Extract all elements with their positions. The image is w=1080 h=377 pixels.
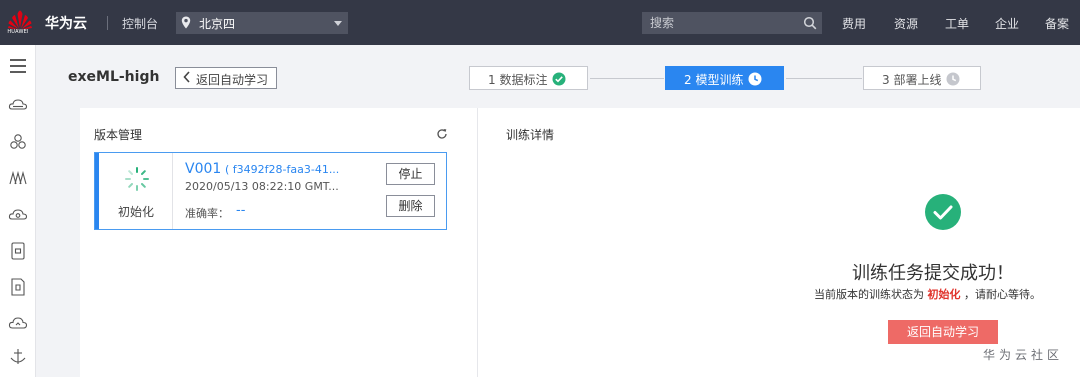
step-connector bbox=[590, 78, 664, 79]
check-circle-icon bbox=[552, 72, 566, 89]
search-input[interactable] bbox=[642, 12, 797, 34]
top-nav-bar: HUAWEI 华为云 控制台 北京四 费用 资源 工单 企业 备案 bbox=[0, 0, 1080, 45]
delete-button[interactable]: 删除 bbox=[386, 195, 435, 217]
accuracy-value: -- bbox=[236, 203, 246, 218]
back-button-label: 返回自动学习 bbox=[196, 73, 269, 87]
nav-filing[interactable]: 备案 bbox=[1045, 15, 1069, 32]
status-highlight: 初始化 bbox=[927, 288, 961, 301]
region-select[interactable]: 北京四 bbox=[176, 12, 348, 34]
search-icon[interactable] bbox=[803, 16, 817, 33]
menu-icon[interactable] bbox=[8, 56, 28, 76]
step-label: 3 部署上线 bbox=[882, 73, 942, 87]
description-prefix: 当前版本的训练状态为 bbox=[814, 288, 924, 301]
step-connector bbox=[786, 78, 862, 79]
loading-spinner-icon bbox=[124, 166, 150, 195]
deploy-icon[interactable] bbox=[8, 347, 28, 367]
panel-title: 训练详情 bbox=[506, 128, 555, 142]
version-management-panel: 版本管理 初始化 V001 (f3492f28-faa3-41... 2020… bbox=[80, 108, 477, 377]
step-label: 2 模型训练 bbox=[684, 73, 744, 87]
region-label: 北京四 bbox=[199, 17, 236, 31]
version-card[interactable]: 初始化 V001 ( f3492f28-faa3-41... 2020/05/1… bbox=[94, 152, 447, 230]
service-sidebar bbox=[0, 45, 36, 377]
brand-name[interactable]: 华为云 bbox=[45, 13, 87, 33]
cloud-server-icon[interactable] bbox=[8, 95, 28, 115]
ml-icon[interactable] bbox=[8, 168, 28, 188]
version-status: 初始化 bbox=[117, 205, 154, 219]
success-check-icon bbox=[925, 194, 961, 233]
version-id: ( f3492f28-faa3-41... bbox=[225, 163, 340, 176]
version-name[interactable]: V001 bbox=[185, 161, 221, 177]
watermark: 华为云社区 bbox=[983, 348, 1064, 362]
step-data-labeling[interactable]: 1 数据标注 bbox=[469, 66, 588, 90]
accuracy-label: 准确率： bbox=[185, 207, 229, 220]
version-time: 2020/05/13 08:22:10 GMT... bbox=[185, 180, 339, 193]
nav-enterprise[interactable]: 企业 bbox=[995, 15, 1019, 32]
clock-icon bbox=[946, 72, 960, 89]
page-title: exeML-high bbox=[68, 69, 160, 85]
stop-button[interactable]: 停止 bbox=[386, 163, 435, 185]
back-to-autolearning-button[interactable]: 返回自动学习 bbox=[175, 67, 277, 89]
step-model-training[interactable]: 2 模型训练 bbox=[665, 66, 784, 90]
chevron-down-icon bbox=[334, 21, 342, 26]
training-details-panel: 训练详情 训练任务提交成功！ 当前版本的训练状态为 初始化 ，请耐心等待。 返回… bbox=[478, 108, 1080, 377]
success-title: 训练任务提交成功！ bbox=[852, 263, 1014, 284]
step-deploy[interactable]: 3 部署上线 bbox=[863, 66, 981, 90]
refresh-icon[interactable] bbox=[436, 128, 448, 143]
cluster-icon[interactable] bbox=[8, 132, 28, 152]
nav-tickets[interactable]: 工单 bbox=[945, 15, 969, 32]
cloud-storage-icon[interactable] bbox=[8, 204, 28, 224]
divider bbox=[107, 16, 108, 30]
document-alt-icon[interactable] bbox=[8, 277, 28, 297]
nav-billing[interactable]: 费用 bbox=[842, 15, 866, 32]
chevron-left-icon bbox=[182, 70, 192, 87]
logo-text: HUAWEI bbox=[7, 29, 29, 35]
panel-title: 版本管理 bbox=[94, 128, 143, 142]
status-description: 当前版本的训练状态为 初始化 ，请耐心等待。 bbox=[814, 286, 1041, 302]
description-suffix: ，请耐心等待。 bbox=[964, 288, 1041, 301]
clock-icon bbox=[748, 72, 762, 89]
nav-resources[interactable]: 资源 bbox=[894, 15, 918, 32]
document-icon[interactable] bbox=[8, 241, 28, 261]
search-box[interactable] bbox=[642, 12, 822, 34]
console-link[interactable]: 控制台 bbox=[122, 15, 158, 32]
return-autolearning-button[interactable]: 返回自动学习 bbox=[888, 320, 998, 344]
version-status-area: 初始化 bbox=[99, 153, 173, 229]
step-label: 1 数据标注 bbox=[488, 73, 548, 87]
cloud-icon[interactable] bbox=[8, 313, 28, 333]
location-pin-icon bbox=[181, 16, 191, 32]
